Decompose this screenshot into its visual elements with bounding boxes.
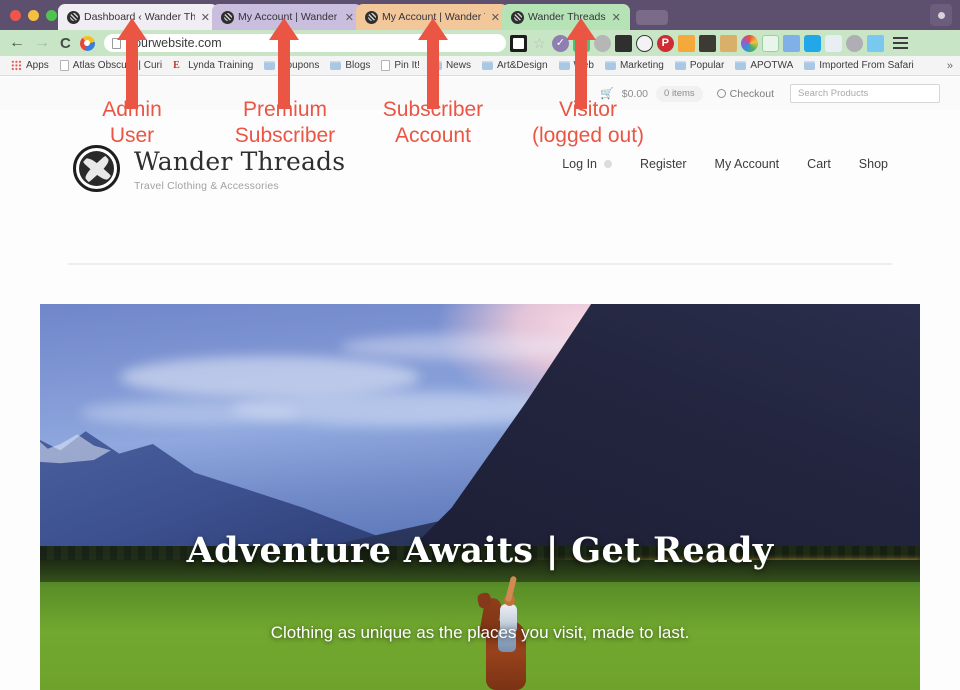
bookmark-item[interactable]: Pin It!	[381, 60, 420, 71]
bookmarks-overflow-icon[interactable]: »	[947, 60, 953, 72]
bookmark-label: Apps	[26, 60, 49, 71]
tab-close-icon[interactable]: ✕	[345, 11, 354, 24]
folder-icon	[674, 61, 686, 70]
reload-icon[interactable]: C	[60, 35, 71, 52]
zoom-window-button[interactable]	[46, 10, 57, 21]
nav-item-my-account[interactable]: My Account	[715, 157, 780, 171]
pinterest-icon[interactable]: P	[656, 34, 674, 52]
nav-item-cart[interactable]: Cart	[807, 157, 831, 171]
tab-close-icon[interactable]: ✕	[612, 11, 621, 24]
folder-icon	[804, 61, 816, 70]
bookmark-item[interactable]: Coupons	[264, 60, 319, 71]
bookmark-item[interactable]: APOTWA	[735, 60, 793, 71]
wander-threads-logo-icon[interactable]	[73, 145, 120, 192]
calendar-icon[interactable]	[866, 34, 884, 52]
bookmark-star-icon[interactable]: ☆	[531, 35, 548, 52]
main-navigation: Log In Register My Account Cart Shop	[562, 157, 888, 171]
nav-status-dot-icon	[604, 160, 612, 168]
header-divider	[68, 263, 892, 265]
bookmark-label: Pin It!	[394, 60, 420, 71]
nav-label: Log In	[562, 157, 597, 171]
tab-favicon-icon	[221, 10, 234, 24]
browser-window: Dashboard ‹ Wander Threa ✕ My Account | …	[0, 0, 960, 690]
tan-tool-icon[interactable]	[719, 34, 737, 52]
webpage-content: 🛒 $0.00 0 items Checkout Search Products…	[0, 77, 960, 690]
new-tab-button[interactable]	[636, 9, 668, 25]
forward-button[interactable]: →	[34, 35, 50, 51]
layers-icon[interactable]	[614, 34, 632, 52]
window-controls	[10, 10, 57, 21]
brand-text: Wander Threads Travel Clothing & Accesso…	[134, 147, 345, 192]
hero-banner: Adventure Awaits | Get Ready Clothing as…	[40, 304, 920, 690]
translate-icon[interactable]	[782, 34, 800, 52]
tab-close-icon[interactable]: ✕	[201, 11, 210, 24]
cloud-shape	[80, 400, 300, 426]
bookmarks-bar: Apps Atlas Obscura | Curi E Lynda Traini…	[0, 56, 960, 76]
chrome-logo-icon	[79, 35, 95, 51]
folder-icon	[330, 61, 342, 70]
page-icon	[381, 60, 391, 71]
folder-icon	[604, 61, 616, 70]
folder-icon	[264, 61, 276, 70]
tab-favicon-icon	[365, 10, 378, 24]
folder-icon	[558, 61, 570, 70]
search-products-input[interactable]: Search Products	[790, 84, 940, 103]
slash-circle-icon[interactable]	[635, 34, 653, 52]
annotation-label-subscriber-account: Subscriber Account	[382, 98, 484, 147]
color-wheel-icon[interactable]	[740, 34, 758, 52]
tab-close-icon[interactable]: ✕	[491, 11, 500, 24]
grey-ball-icon[interactable]	[845, 34, 863, 52]
tab-favicon-icon	[511, 10, 524, 24]
bookmark-item[interactable]: E Lynda Training	[173, 60, 253, 71]
folder-icon	[735, 61, 747, 70]
bookmark-label: Marketing	[619, 60, 664, 71]
bookmark-label: Lynda Training	[188, 60, 254, 71]
nav-item-shop[interactable]: Shop	[859, 157, 888, 171]
annotation-label-premium-subscriber: Premium Subscriber	[234, 98, 336, 147]
site-tagline: Travel Clothing & Accessories	[134, 180, 279, 192]
checkout-label: Checkout	[729, 87, 774, 100]
nav-item-log-in[interactable]: Log In	[562, 157, 612, 171]
minimize-window-button[interactable]	[28, 10, 39, 21]
checkout-link[interactable]: Checkout	[716, 87, 774, 100]
back-button[interactable]: ←	[9, 35, 25, 51]
bookmark-item[interactable]: Art&Design	[481, 60, 548, 71]
bookmark-item[interactable]: Popular	[674, 60, 725, 71]
bookmark-label: News	[445, 60, 471, 71]
bookmark-label: Imported From Safari	[819, 60, 914, 71]
recycle-icon[interactable]	[761, 34, 779, 52]
bookmark-item[interactable]: Blogs	[330, 60, 370, 71]
hamburger-menu-icon[interactable]	[892, 37, 908, 49]
hero-subtitle: Clothing as unique as the places you vis…	[270, 623, 690, 642]
apps-grid-icon	[11, 60, 22, 71]
bookmark-label: Blogs	[345, 60, 371, 71]
bookmark-label: APOTWA	[750, 60, 794, 71]
bookmark-label: Art&Design	[496, 60, 548, 71]
analytics-on-icon[interactable]	[677, 34, 695, 52]
tab-favicon-icon	[67, 10, 80, 24]
bookmark-item[interactable]: Imported From Safari	[804, 60, 914, 71]
reader-icon[interactable]	[509, 34, 527, 52]
annotation-label-admin-user: Admin User	[102, 98, 162, 147]
profile-avatar-icon[interactable]	[930, 4, 952, 26]
folder-icon	[481, 61, 493, 70]
page-icon	[59, 60, 69, 71]
dark-square-icon[interactable]	[698, 34, 716, 52]
evernote-icon[interactable]	[803, 34, 821, 52]
close-window-button[interactable]	[10, 10, 21, 21]
bookmark-item[interactable]: Marketing	[604, 60, 664, 71]
annotation-label-visitor-logged-out: Visitor (logged out)	[531, 98, 645, 147]
bookmark-label: Atlas Obscura | Curi	[72, 60, 163, 71]
site-title: Wander Threads	[134, 147, 346, 176]
hero-title: Adventure Awaits | Get Ready	[186, 530, 774, 571]
site-header: Wander Threads Travel Clothing & Accesso…	[0, 145, 960, 205]
bookmark-item[interactable]: Atlas Obscura | Curi	[59, 60, 163, 71]
checkout-icon	[716, 89, 726, 98]
bookmark-item[interactable]: Apps	[11, 60, 49, 71]
bookmark-label: Popular	[689, 60, 725, 71]
lynda-e-icon: E	[173, 60, 180, 71]
nav-item-register[interactable]: Register	[640, 157, 687, 171]
refresh-circle-icon[interactable]	[593, 34, 611, 52]
badge-icon[interactable]	[824, 34, 842, 52]
